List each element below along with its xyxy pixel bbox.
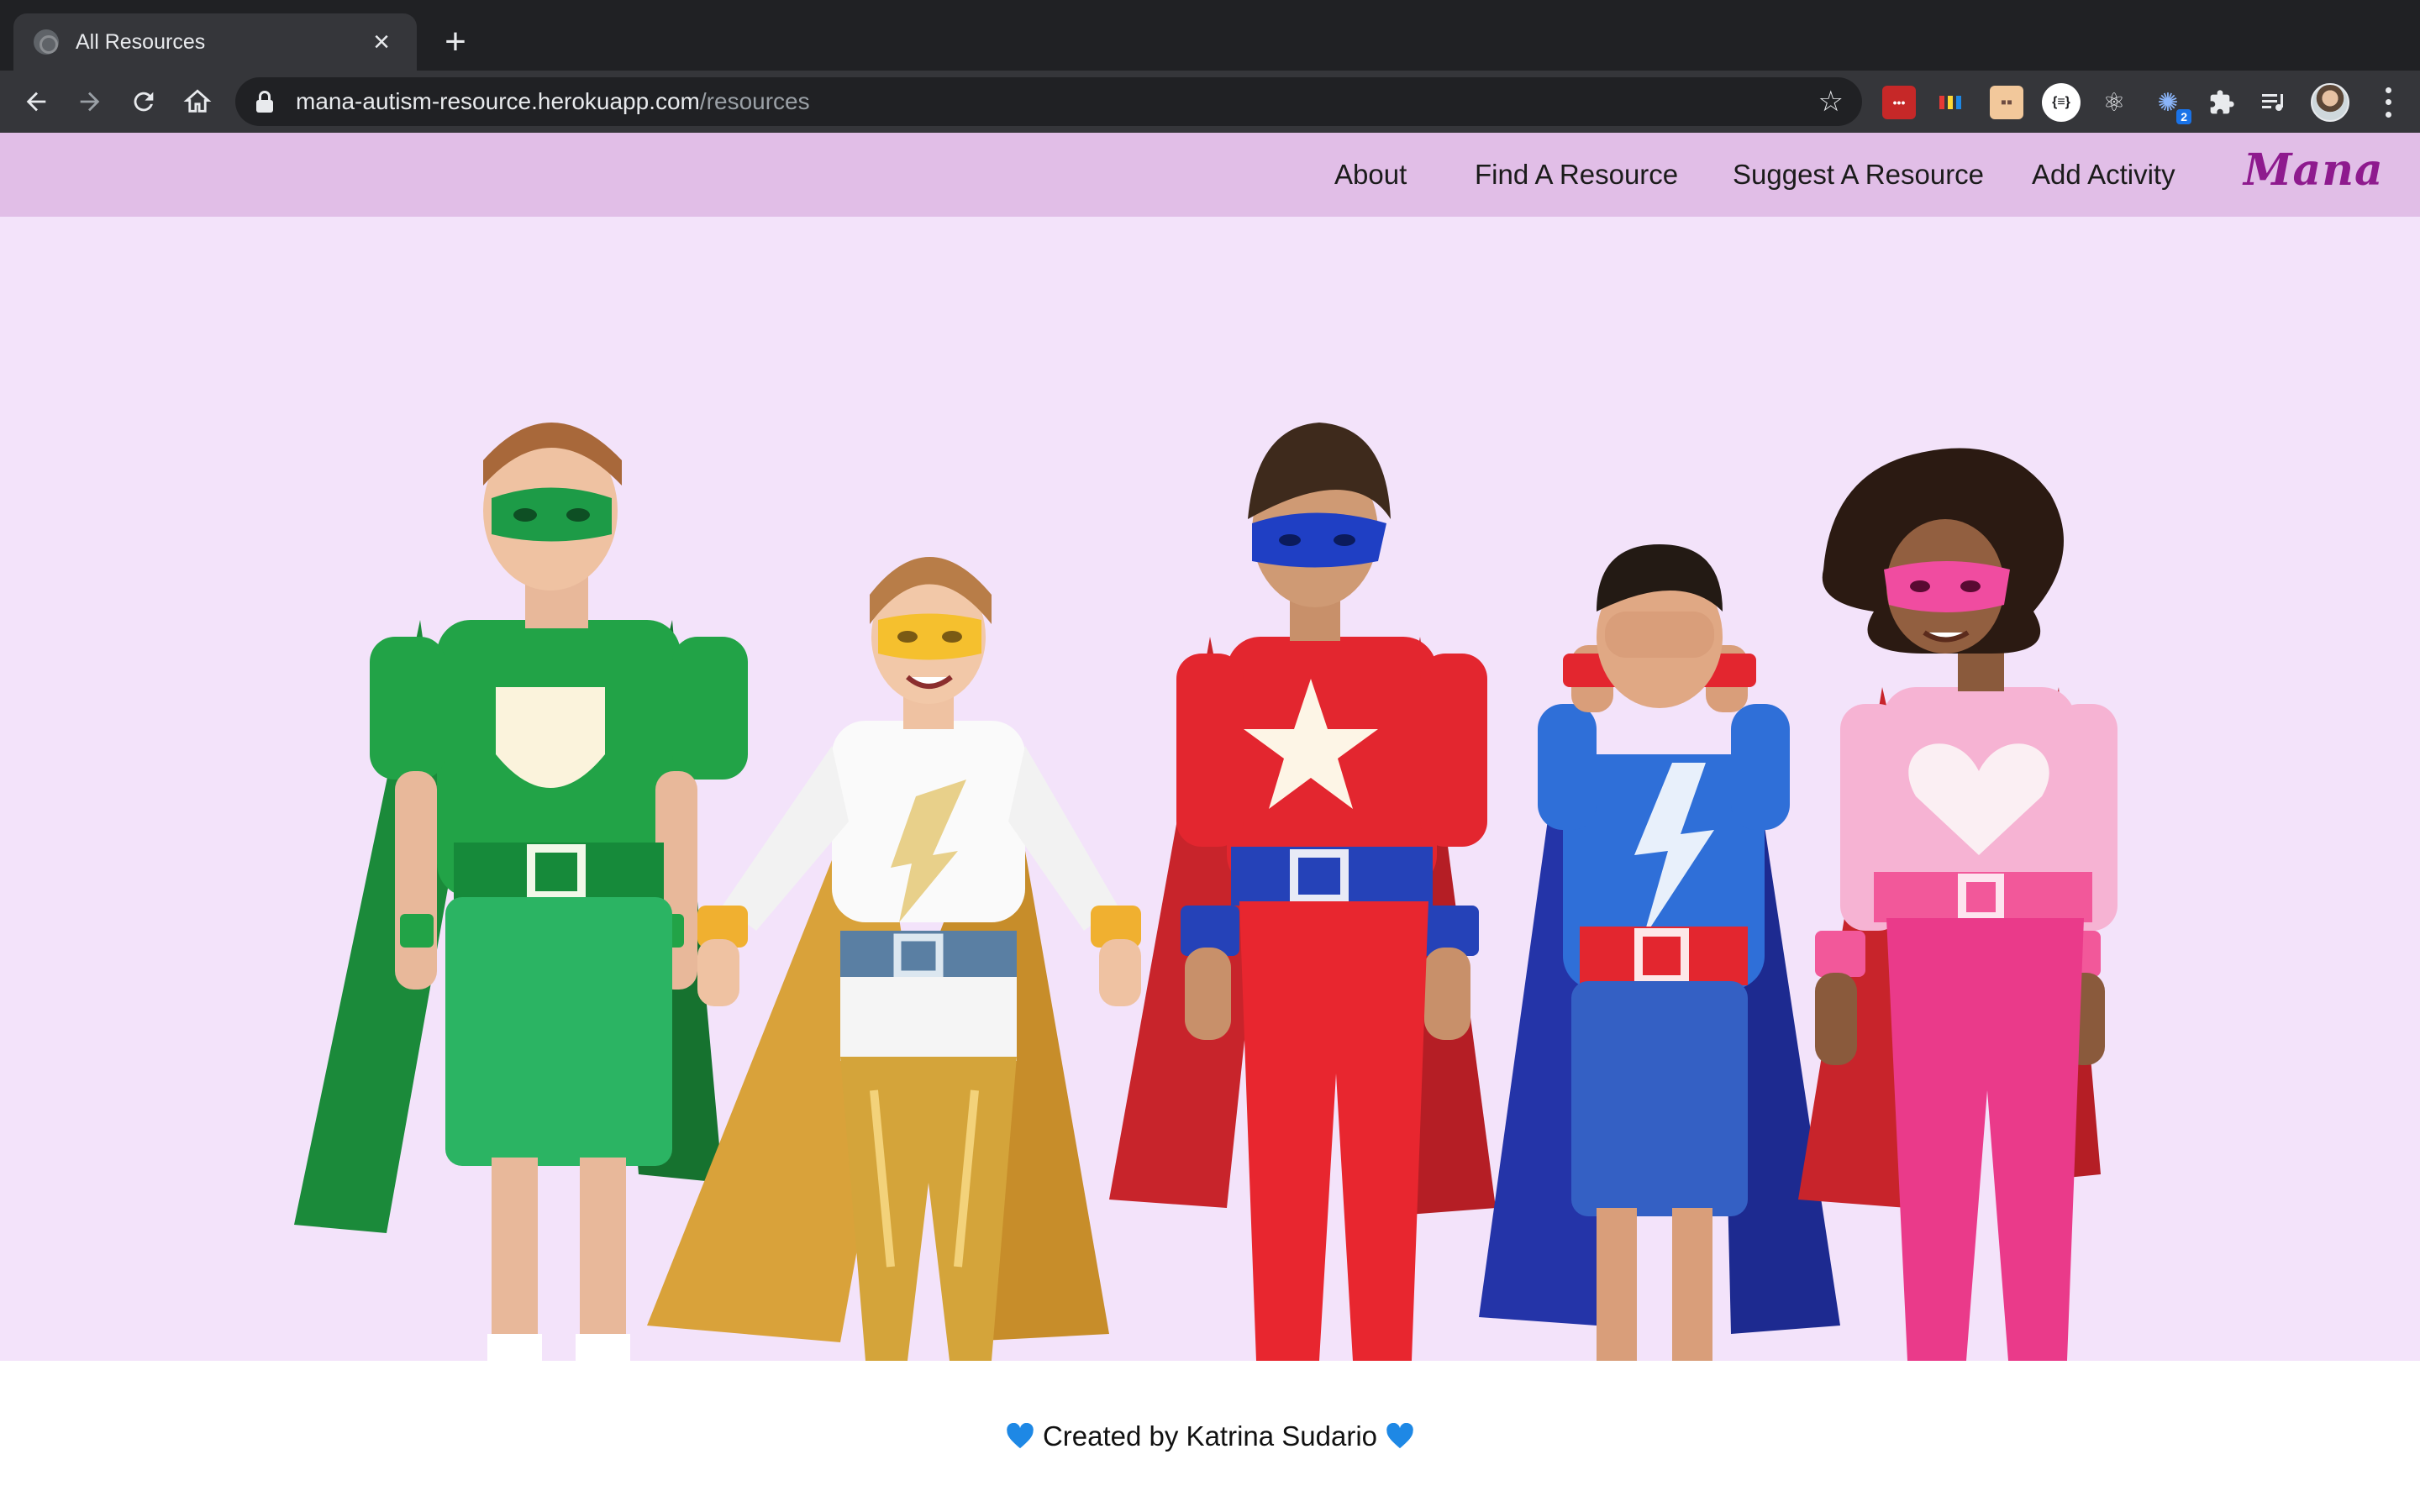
puzzle-icon [2210,90,2234,114]
extensions-puzzle-icon[interactable] [2205,86,2238,119]
kid-blue [1479,544,1840,1361]
hero-banner [0,217,2420,1361]
colorpicker-icon [1939,96,1961,109]
extension-face-icon[interactable]: ▪▪ [1990,86,2023,119]
brand-logo[interactable]: Mana [2244,144,2384,196]
nav-link-find-resource[interactable]: Find A Resource [1475,155,1678,195]
browser-tab[interactable]: All Resources × [13,13,417,71]
globe-icon [34,29,59,55]
media-control-icon[interactable] [2257,86,2291,119]
new-tab-button[interactable]: + [437,24,474,60]
kid-red [1109,423,1496,1361]
kid-pink [1798,448,2118,1361]
tab-title: All Resources [76,29,206,54]
url-path: /resources [699,88,810,114]
site-footer: Created by Katrina Sudario [0,1361,2420,1512]
home-icon [183,89,212,113]
browser-menu-icon[interactable] [2371,84,2405,121]
close-icon[interactable]: × [366,27,397,57]
home-button[interactable] [175,79,220,124]
profile-avatar[interactable] [2311,83,2349,122]
react-devtools-icon[interactable]: ⚛ [2097,86,2131,119]
nav-link-about[interactable]: About [1334,155,1407,195]
forward-button[interactable] [67,79,113,124]
blue-heart-icon [1007,1423,1034,1449]
nav-link-add-activity[interactable]: Add Activity [2032,155,2175,195]
extension-colorpicker-icon[interactable] [1936,86,1970,119]
arrow-right-icon [80,92,100,112]
extension-sun-icon[interactable]: ✺ 2 [2151,86,2191,124]
url-host: mana-autism-resource.herokuapp.com [296,88,700,114]
back-button[interactable] [13,79,59,124]
playlist-icon [2262,94,2283,111]
reload-button[interactable] [121,79,166,124]
site-navbar: About Find A Resource Suggest A Resource… [0,133,2420,217]
kid-green [294,423,748,1361]
lock-icon [255,91,274,113]
bookmark-star-icon[interactable]: ☆ [1818,87,1844,117]
browser-toolbar: mana-autism-resource.herokuapp.com/resou… [0,71,2420,133]
blue-heart-icon [1386,1423,1413,1449]
extension-badge: 2 [2176,109,2191,124]
footer-credit: Created by Katrina Sudario [1042,1420,1378,1452]
superhero-kids-image [294,423,2118,1361]
arrow-left-icon [26,92,46,112]
reload-icon [134,92,154,112]
extension-json-icon[interactable]: {≡} [2042,83,2081,122]
browser-tab-bar: All Resources × + [0,0,2420,71]
extension-red-icon[interactable]: ••• [1882,86,1916,119]
nav-link-suggest-resource[interactable]: Suggest A Resource [1733,155,1984,195]
address-bar[interactable]: mana-autism-resource.herokuapp.com/resou… [235,77,1862,126]
